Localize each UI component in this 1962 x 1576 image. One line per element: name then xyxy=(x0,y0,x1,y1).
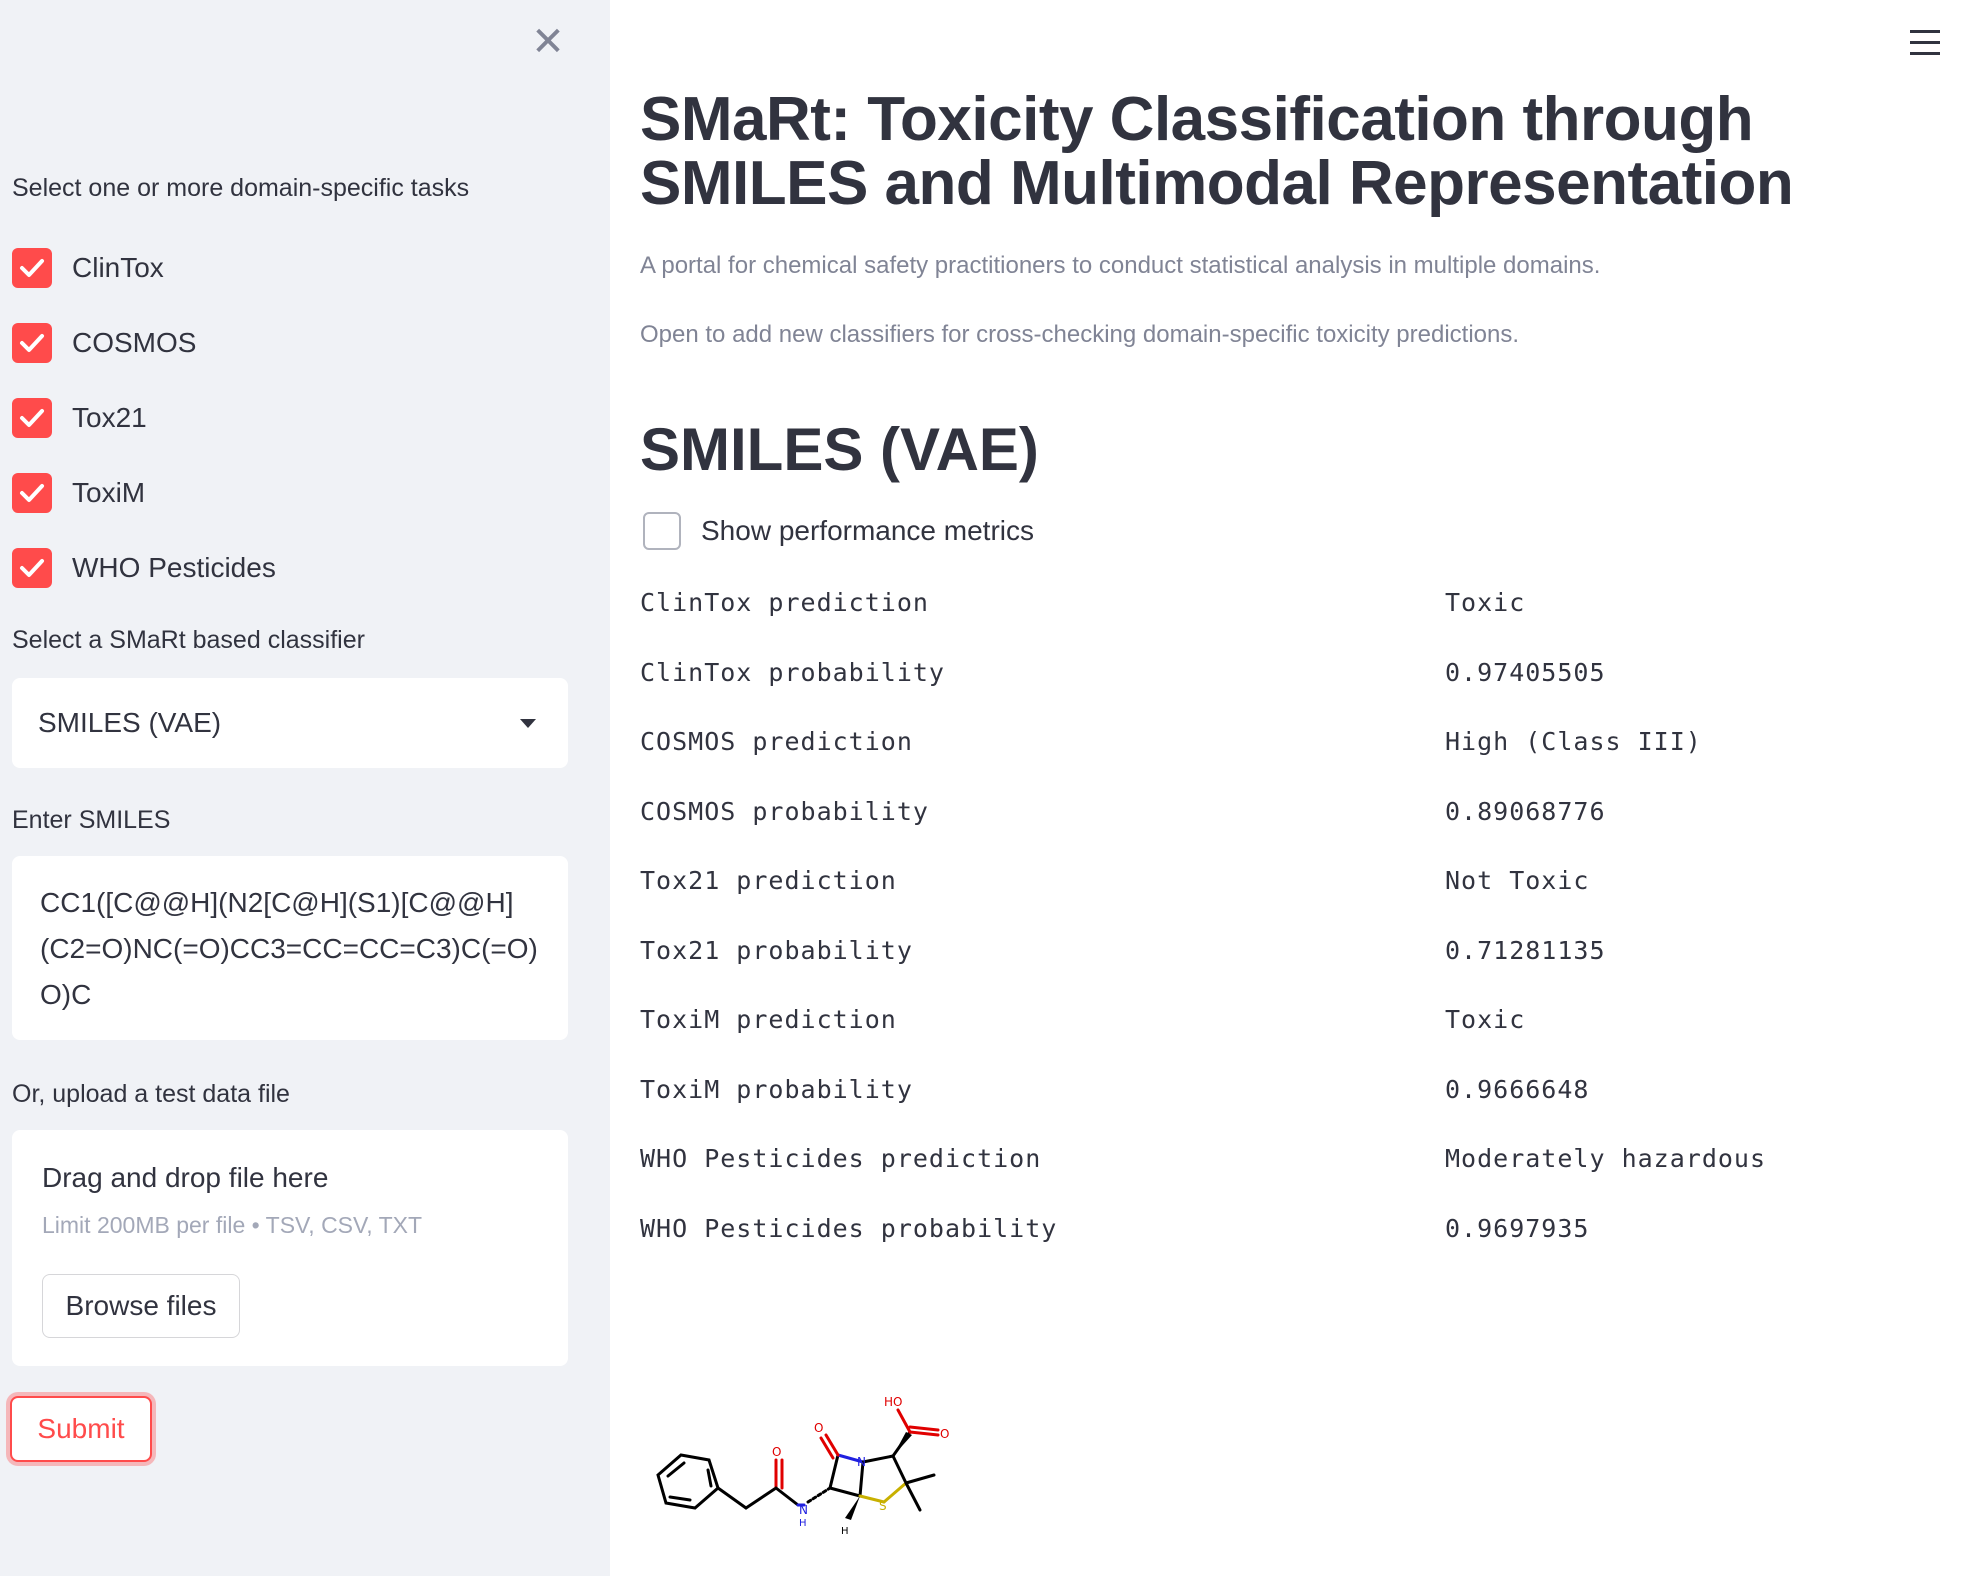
atom-label: H xyxy=(841,1526,849,1537)
result-key: COSMOS probability xyxy=(640,796,929,826)
atom-label: HO xyxy=(884,1395,902,1409)
task-checkbox-toxim[interactable]: ToxiM xyxy=(12,471,145,515)
classifier-select[interactable]: SMILES (VAE) xyxy=(12,678,568,768)
task-checkbox-tox21[interactable]: Tox21 xyxy=(12,396,147,440)
atom-label: O xyxy=(814,1421,823,1435)
results-table: ClinTox prediction Toxic ClinTox probabil… xyxy=(640,578,1890,1273)
smiles-label: Enter SMILES xyxy=(12,806,171,834)
result-row: WHO Pesticides probability 0.9697935 xyxy=(640,1204,1890,1274)
checkbox-checked-icon[interactable] xyxy=(12,248,52,288)
result-row: Tox21 probability 0.71281135 xyxy=(640,926,1890,996)
smiles-input[interactable]: CC1([C@@H](N2[C@H](S1)[C@@H](C2=O)NC(=O)… xyxy=(12,856,568,1040)
upload-label: Or, upload a test data file xyxy=(12,1080,290,1108)
checkbox-checked-icon[interactable] xyxy=(12,323,52,363)
task-checkbox-cosmos[interactable]: COSMOS xyxy=(12,321,196,365)
result-key: ToxiM prediction xyxy=(640,1005,897,1034)
result-value: High (Class III) xyxy=(1445,727,1702,756)
classifier-select-value: SMILES (VAE) xyxy=(38,707,222,738)
atom-label: N xyxy=(799,1503,808,1517)
result-row: ClinTox probability 0.97405505 xyxy=(640,648,1890,718)
result-value: 0.9697935 xyxy=(1445,1213,1590,1243)
page-description: A portal for chemical safety practitione… xyxy=(640,252,1601,279)
result-value: 0.89068776 xyxy=(1445,796,1606,826)
result-row: Tox21 prediction Not Toxic xyxy=(640,856,1890,926)
close-sidebar-icon[interactable]: ✕ xyxy=(528,22,568,62)
result-row: WHO Pesticides prediction Moderately haza… xyxy=(640,1134,1890,1204)
task-checkbox-who-pesticides[interactable]: WHO Pesticides xyxy=(12,546,276,590)
result-key: Tox21 probability xyxy=(640,935,913,965)
result-row: ClinTox prediction Toxic xyxy=(640,578,1890,648)
dropzone-instructions: Drag and drop file here xyxy=(42,1162,329,1193)
checkbox-checked-icon[interactable] xyxy=(12,473,52,513)
atom-label: S xyxy=(879,1499,887,1513)
dropzone-limit: Limit 200MB per file • TSV, CSV, TXT xyxy=(42,1212,423,1238)
page-description-secondary: Open to add new classifiers for cross-ch… xyxy=(640,321,1520,348)
result-value: 0.97405505 xyxy=(1445,657,1606,687)
result-row: COSMOS prediction High (Class III) xyxy=(640,717,1890,787)
result-row: ToxiM prediction Toxic xyxy=(640,995,1890,1065)
show-metrics-label: Show performance metrics xyxy=(701,515,1035,546)
browse-files-button[interactable]: Browse files xyxy=(42,1274,240,1338)
main-menu-icon[interactable] xyxy=(1910,30,1940,56)
result-key: WHO Pesticides prediction xyxy=(640,1144,1042,1173)
molecule-structure-image: HO O O O N N H S H xyxy=(656,1395,949,1537)
result-value: 0.71281135 xyxy=(1445,935,1606,965)
result-value: Toxic xyxy=(1445,588,1526,617)
result-row: ToxiM probability 0.9666648 xyxy=(640,1065,1890,1135)
result-key: ClinTox probability xyxy=(640,657,945,687)
result-value: 0.9666648 xyxy=(1445,1074,1590,1104)
atom-label: N xyxy=(857,1455,866,1469)
result-row: COSMOS probability 0.89068776 xyxy=(640,787,1890,857)
result-key: ToxiM probability xyxy=(640,1074,913,1104)
task-label: WHO Pesticides xyxy=(72,552,276,583)
result-value: Moderately hazardous xyxy=(1445,1144,1767,1173)
checkbox-checked-icon[interactable] xyxy=(12,398,52,438)
task-label: COSMOS xyxy=(72,327,197,358)
result-key: Tox21 prediction xyxy=(640,866,897,895)
task-checkbox-clintox[interactable]: ClinTox xyxy=(12,246,164,290)
result-key: WHO Pesticides probability xyxy=(640,1213,1058,1243)
checkbox-checked-icon[interactable] xyxy=(12,548,52,588)
result-value: Toxic xyxy=(1445,1005,1526,1034)
checkbox-unchecked-icon[interactable] xyxy=(643,512,681,550)
tasks-label: Select one or more domain-specific tasks xyxy=(12,174,470,202)
chevron-down-icon[interactable] xyxy=(520,718,536,728)
task-label: ClinTox xyxy=(72,252,164,283)
file-dropzone[interactable]: Drag and drop file here Limit 200MB per … xyxy=(12,1130,568,1366)
atom-label: H xyxy=(799,1518,807,1529)
result-key: ClinTox prediction xyxy=(640,588,929,617)
show-metrics-checkbox[interactable]: Show performance metrics xyxy=(643,512,1034,550)
atom-label: O xyxy=(772,1445,781,1459)
classifier-subheader: SMILES (VAE) xyxy=(640,416,1039,483)
task-label: ToxiM xyxy=(72,477,146,508)
submit-button[interactable]: Submit xyxy=(10,1396,152,1462)
page-title: SMaRt: Toxicity Classification through S… xyxy=(640,85,1794,218)
sidebar: ✕ Select one or more domain-specific tas… xyxy=(0,0,610,1576)
task-label: Tox21 xyxy=(72,402,147,433)
atom-label: O xyxy=(940,1427,949,1441)
result-value: Not Toxic xyxy=(1445,866,1590,895)
result-key: COSMOS prediction xyxy=(640,727,913,756)
classifier-label: Select a SMaRt based classifier xyxy=(12,626,365,654)
